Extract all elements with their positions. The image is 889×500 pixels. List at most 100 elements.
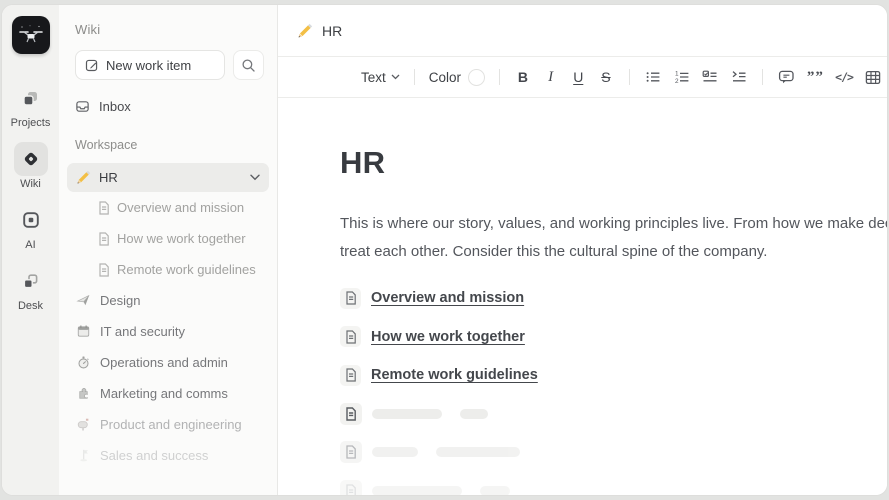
wiki-icon (14, 142, 48, 176)
toggle-list-icon[interactable] (725, 69, 754, 85)
new-work-item-button[interactable]: New work item (75, 50, 225, 80)
document-icon (340, 480, 362, 495)
italic-button[interactable]: I (537, 69, 565, 86)
page-link-row[interactable]: How we work together (340, 318, 887, 357)
pencil-icon (76, 170, 91, 185)
document-body[interactable]: HR This is where our story, values, and … (278, 98, 887, 495)
sidebar-subpage-overview[interactable]: Overview and mission (75, 192, 264, 223)
color-button[interactable]: Color (424, 69, 490, 86)
inbox-label: Inbox (99, 99, 131, 114)
paragraph-line: treat each other. Consider this the cult… (340, 238, 887, 266)
page-link[interactable]: How we work together (371, 329, 525, 345)
document-icon (98, 232, 110, 246)
ai-icon (14, 203, 48, 237)
bullet-list-icon[interactable] (639, 69, 668, 85)
rail-item-label: Desk (18, 300, 43, 312)
flag-icon (75, 448, 91, 463)
compose-icon (85, 58, 99, 72)
page-link-row[interactable]: Overview and mission (340, 279, 887, 318)
color-swatch (468, 69, 485, 86)
paper-plane-icon (75, 293, 91, 308)
document-icon (98, 263, 110, 277)
page-link[interactable]: Remote work guidelines (371, 367, 538, 383)
sidebar-group-design[interactable]: Design (75, 285, 264, 316)
breadcrumb-label: HR (322, 23, 342, 39)
skeleton-pill (372, 486, 462, 495)
rail-item-label: AI (25, 239, 35, 251)
editor-toolbar: Text Color B I U S 12 (278, 57, 887, 98)
toolbar-divider (414, 69, 415, 85)
search-icon (241, 58, 256, 73)
svg-text:2: 2 (675, 78, 679, 85)
skeleton-pill (436, 447, 520, 457)
toolbar-divider (762, 69, 763, 85)
puzzle-icon (75, 386, 91, 401)
document-icon (340, 365, 361, 386)
text-style-label: Text (361, 70, 386, 85)
rail-item-label: Wiki (20, 178, 41, 190)
page-link-row[interactable]: Remote work guidelines (340, 356, 887, 395)
skeleton-pill (480, 486, 510, 495)
projects-icon (14, 81, 48, 115)
color-label: Color (429, 70, 461, 85)
sidebar-actions: New work item (75, 50, 264, 80)
loading-row (340, 472, 887, 496)
skeleton-pill (372, 447, 418, 457)
underline-button[interactable]: U (564, 69, 592, 85)
sidebar-subpage-how-we-work[interactable]: How we work together (75, 223, 264, 254)
bold-button[interactable]: B (509, 69, 537, 85)
group-label: Marketing and comms (100, 386, 228, 401)
todo-list-icon[interactable] (696, 69, 725, 85)
group-label: IT and security (100, 324, 185, 339)
sidebar-item-inbox[interactable]: Inbox (75, 93, 264, 119)
sidebar-group-sales[interactable]: Sales and success (75, 440, 264, 471)
breadcrumb[interactable]: HR (278, 5, 887, 57)
wiki-sidebar: Wiki New work item Inbox Workspace HR (59, 5, 278, 495)
toolbar-divider (629, 69, 630, 85)
rail-item-desk[interactable]: Desk (14, 264, 48, 312)
rail-item-ai[interactable]: AI (14, 203, 48, 251)
calendar-icon (75, 324, 91, 339)
sidebar-group-product[interactable]: Product and engineering (75, 409, 264, 440)
sidebar-group-it-security[interactable]: IT and security (75, 316, 264, 347)
svg-text:1: 1 (675, 70, 679, 77)
group-label: Operations and admin (100, 355, 228, 370)
workspace-logo[interactable] (12, 16, 50, 54)
sidebar-page-label: HR (99, 170, 118, 185)
drone-logo-icon (18, 24, 44, 46)
blockquote-icon[interactable]: ”” (801, 69, 830, 86)
page-links: Overview and mission How we work togethe… (340, 279, 887, 495)
comment-icon[interactable] (772, 69, 801, 85)
page-link[interactable]: Overview and mission (371, 290, 524, 306)
page-title: HR (340, 145, 887, 181)
app-window: Projects Wiki AI Desk (1, 4, 888, 496)
skeleton-pill (460, 409, 488, 419)
sidebar-page-hr[interactable]: HR (67, 163, 269, 192)
rail-nav: Projects Wiki AI Desk (11, 81, 51, 312)
desk-icon (14, 264, 48, 298)
rail-item-label: Projects (11, 117, 51, 129)
text-style-dropdown[interactable]: Text (356, 70, 405, 85)
code-icon[interactable]: </> (830, 70, 859, 84)
sidebar-title: Wiki (75, 22, 264, 37)
ordered-list-icon[interactable]: 12 (667, 69, 696, 85)
subpage-label: How we work together (117, 231, 246, 246)
sidebar-group-operations[interactable]: Operations and admin (75, 347, 264, 378)
pencil-icon (297, 23, 313, 39)
strikethrough-button[interactable]: S (592, 69, 620, 85)
document-icon (98, 201, 110, 215)
chevron-down-icon[interactable] (250, 174, 260, 181)
document-icon (340, 326, 361, 347)
loading-row (340, 395, 887, 434)
stopwatch-icon (75, 355, 91, 370)
loading-row (340, 433, 887, 472)
search-button[interactable] (233, 50, 264, 80)
table-icon[interactable] (858, 70, 887, 85)
rail-item-projects[interactable]: Projects (11, 81, 51, 129)
mailbox-icon (75, 417, 91, 432)
rail-item-wiki[interactable]: Wiki (14, 142, 48, 190)
sidebar-group-marketing[interactable]: Marketing and comms (75, 378, 264, 409)
sidebar-subpage-remote-work[interactable]: Remote work guidelines (75, 254, 264, 285)
paragraph-line: This is where our story, values, and wor… (340, 210, 887, 238)
subpage-label: Remote work guidelines (117, 262, 256, 277)
